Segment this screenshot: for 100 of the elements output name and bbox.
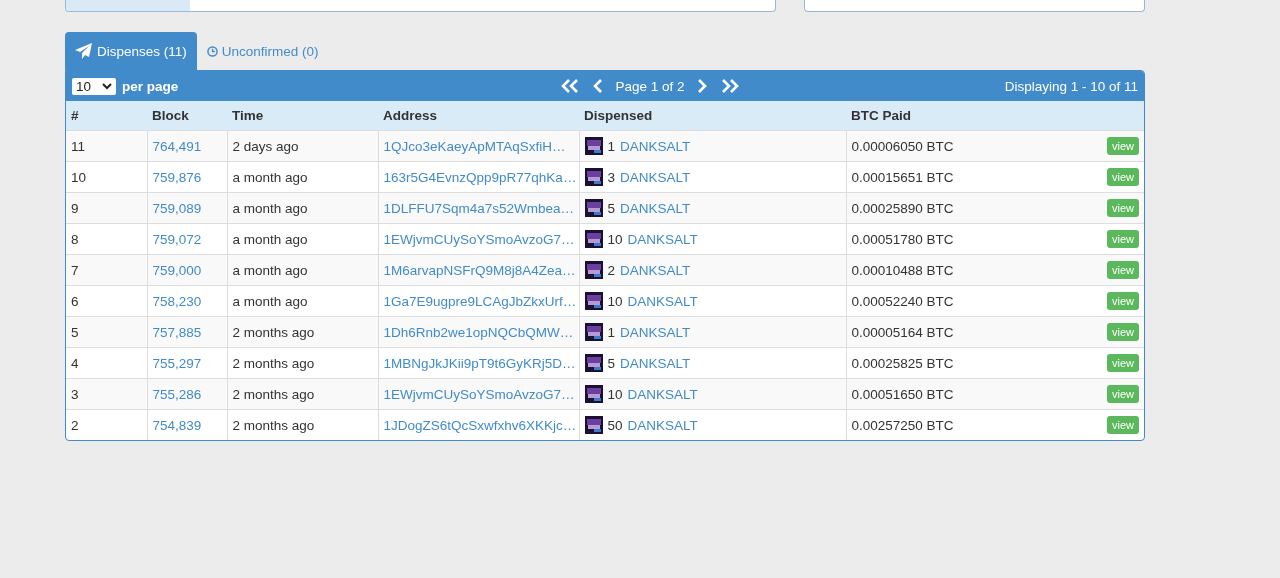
view-button[interactable]: view [1107, 385, 1139, 403]
column-header: # [66, 101, 147, 131]
block-link[interactable]: 755,286 [152, 386, 202, 402]
amount: 5 [607, 200, 615, 216]
table-cell: a month ago [227, 285, 378, 317]
address-link[interactable]: 1Dh6Rnb2we1opNQCbQMW… [383, 324, 574, 340]
per-page-label: per page [122, 78, 179, 94]
token-icon [584, 168, 603, 186]
amount: 10 [607, 293, 623, 309]
tab[interactable]: Dispenses (11) [65, 32, 197, 70]
asset-link[interactable]: DANKSALT [620, 169, 691, 185]
asset-link[interactable]: DANKSALT [620, 138, 691, 154]
amount: 10 [607, 231, 623, 247]
block-link[interactable]: 759,000 [152, 262, 202, 278]
table-cell: 0.00010488 BTC [851, 262, 954, 278]
asset-link[interactable]: DANKSALT [620, 262, 691, 278]
view-button[interactable]: view [1107, 354, 1139, 372]
table-cell: 0.00051780 BTC [851, 231, 954, 247]
table-cell: a month ago [227, 161, 378, 193]
address-link[interactable]: 1M6arvapNSFrQ9M8j8A4Zea… [383, 262, 576, 278]
amount: 10 [607, 386, 623, 402]
table-cell: 7 [66, 254, 147, 286]
block-link[interactable]: 759,089 [152, 200, 202, 216]
paper-plane-icon [75, 43, 93, 59]
table-cell: 0.00015651 BTC [851, 169, 954, 185]
address-link[interactable]: 1Ga7E9ugpre9LCAgJbZkxUrf… [383, 293, 577, 309]
token-icon [584, 137, 603, 155]
caret-icon [102, 82, 112, 90]
per-page-select[interactable]: 10 [72, 77, 116, 95]
table-cell: 2 months ago [227, 316, 378, 348]
token-icon [584, 230, 603, 248]
clock-icon [206, 45, 218, 57]
table-cell: 0.00025825 BTC [851, 355, 954, 371]
column-header: Time [227, 101, 378, 131]
address-link[interactable]: 1DLFFU7Sqm4a7s52Wmbea… [383, 200, 575, 216]
block-link[interactable]: 759,072 [152, 231, 202, 247]
table-cell: 2 months ago [227, 378, 378, 410]
view-button[interactable]: view [1107, 199, 1139, 217]
view-button[interactable]: view [1107, 168, 1139, 186]
address-link[interactable]: 1JDogZS6tQcSxwfxhv6XKKjc… [383, 417, 577, 433]
table-cell: 0.00006050 BTC [851, 138, 954, 154]
block-link[interactable]: 764,491 [152, 138, 202, 154]
view-button[interactable]: view [1107, 323, 1139, 341]
asset-link[interactable]: DANKSALT [620, 200, 691, 216]
table-cell: 2 [66, 409, 147, 440]
column-header: Address [378, 101, 579, 131]
asset-link[interactable]: DANKSALT [627, 417, 698, 433]
tab[interactable]: Unconfirmed (0) [196, 32, 329, 70]
table-cell: 4 [66, 347, 147, 379]
table-cell: 0.00051650 BTC [851, 386, 954, 402]
table-cell: 8 [66, 223, 147, 255]
column-header: Block [147, 101, 227, 131]
table-cell: 5 [66, 316, 147, 348]
amount: 3 [607, 169, 615, 185]
amount: 5 [607, 355, 615, 371]
table-cell: 2 days ago [227, 130, 378, 162]
block-link[interactable]: 759,876 [152, 169, 202, 185]
asset-link[interactable]: DANKSALT [620, 324, 691, 340]
token-icon [584, 385, 603, 403]
block-link[interactable]: 758,230 [152, 293, 202, 309]
token-icon [584, 354, 603, 372]
amount: 1 [607, 138, 615, 154]
address-link[interactable]: 1QJco3eKaeyApMTAqSxfiH… [383, 138, 566, 154]
table-cell: a month ago [227, 254, 378, 286]
table-cell: 0.00005164 BTC [851, 324, 954, 340]
table-cell: a month ago [227, 223, 378, 255]
asset-link[interactable]: DANKSALT [627, 293, 698, 309]
view-button[interactable]: view [1107, 261, 1139, 279]
block-link[interactable]: 754,839 [152, 417, 202, 433]
column-header: Dispensed [579, 101, 846, 131]
table-cell: 11 [66, 130, 147, 162]
table-cell: 0.00025890 BTC [851, 200, 954, 216]
table-cell: 2 months ago [227, 347, 378, 379]
address-link[interactable]: 1EWjvmCUySoYSmoAvzoG7… [383, 386, 575, 402]
token-icon [584, 199, 603, 217]
asset-link[interactable]: DANKSALT [627, 386, 698, 402]
previous-page-icon[interactable] [593, 79, 604, 93]
amount: 2 [607, 262, 615, 278]
address-link[interactable]: 1MBNgJkJKii9pT9t6GyKRj5D… [383, 355, 576, 371]
amount: 1 [607, 324, 615, 340]
view-button[interactable]: view [1107, 416, 1139, 434]
next-page-icon[interactable] [696, 79, 707, 93]
view-button[interactable]: view [1107, 230, 1139, 248]
block-link[interactable]: 757,885 [152, 324, 202, 340]
table-cell: 0.00257250 BTC [851, 417, 954, 433]
block-link[interactable]: 755,297 [152, 355, 202, 371]
token-icon [584, 261, 603, 279]
asset-link[interactable]: DANKSALT [620, 355, 691, 371]
address-link[interactable]: 163r5G4EvnzQpp9pR77qhKa… [383, 169, 577, 185]
column-header: BTC Paid [846, 101, 1144, 131]
token-icon [584, 416, 603, 434]
address-link[interactable]: 1EWjvmCUySoYSmoAvzoG7… [383, 231, 575, 247]
table-cell: 0.00052240 BTC [851, 293, 954, 309]
table-cell: 6 [66, 285, 147, 317]
table-cell: 3 [66, 378, 147, 410]
view-button[interactable]: view [1107, 137, 1139, 155]
table-cell: 9 [66, 192, 147, 224]
token-icon [584, 323, 603, 341]
view-button[interactable]: view [1107, 292, 1139, 310]
asset-link[interactable]: DANKSALT [627, 231, 698, 247]
